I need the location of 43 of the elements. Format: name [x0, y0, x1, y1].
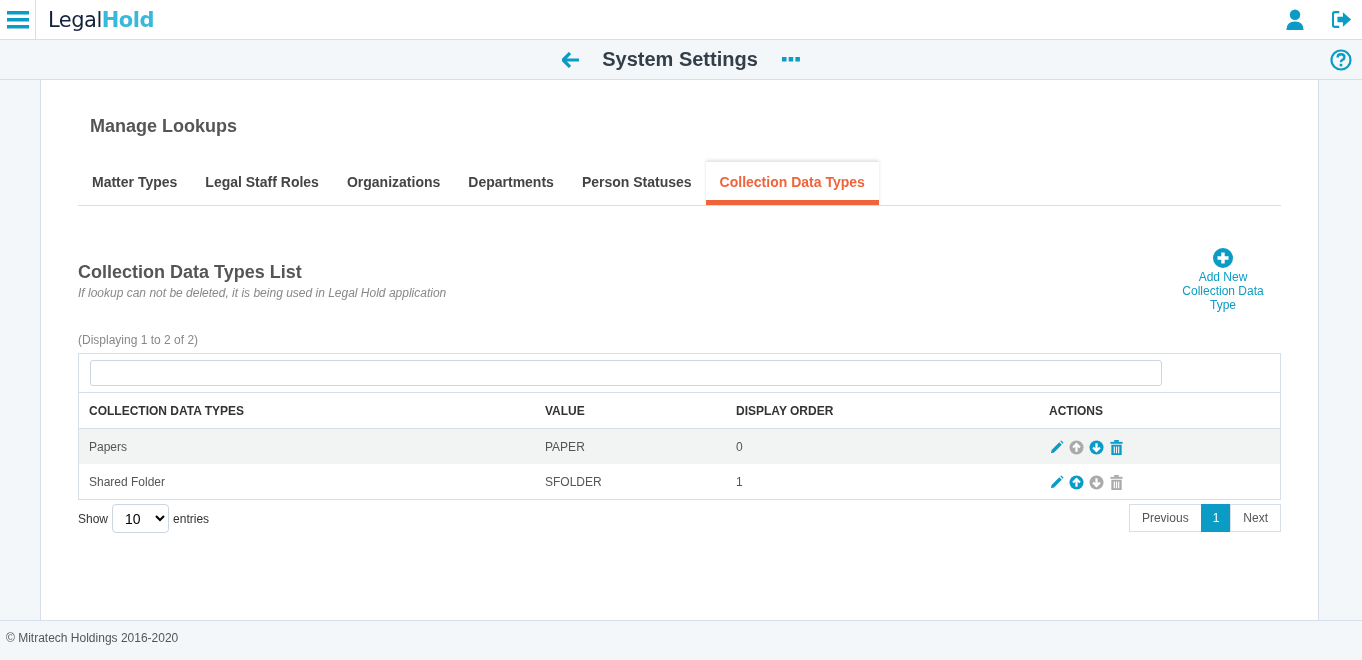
- user-icon[interactable]: [1285, 9, 1305, 30]
- table-cell-text: 0: [735, 439, 744, 454]
- add-icon[interactable]: [1213, 248, 1233, 268]
- column-header: DISPLAY ORDER: [735, 403, 835, 418]
- tab[interactable]: Person Statuses: [567, 162, 706, 205]
- logout-icon[interactable]: [1332, 9, 1352, 30]
- help-icon[interactable]: [1330, 49, 1352, 71]
- list-note: If lookup can not be deleted, it is being used in Legal Hold application: [78, 286, 447, 300]
- show-label: Show: [78, 511, 109, 526]
- entries-label: entries: [173, 511, 210, 526]
- column-header: VALUE: [544, 403, 586, 418]
- back-arrow-icon[interactable]: [562, 51, 581, 68]
- table-cell-text: Papers: [88, 439, 129, 454]
- edit-pencil-icon[interactable]: [1049, 440, 1064, 455]
- column-header: COLLECTION DATA TYPES: [88, 403, 246, 418]
- page-title: System Settings: [602, 48, 758, 71]
- table-cell-text: SFOLDER: [544, 474, 603, 489]
- page-button[interactable]: Next: [1230, 504, 1281, 532]
- table-cell-text: 1: [735, 474, 744, 489]
- tab[interactable]: Legal Staff Roles: [191, 162, 333, 205]
- page-button[interactable]: Previous: [1128, 504, 1202, 532]
- move-up-icon[interactable]: [1069, 440, 1084, 455]
- menu-icon[interactable]: [6, 10, 29, 29]
- table-cell-text: Shared Folder: [88, 474, 167, 489]
- more-icon[interactable]: [781, 57, 800, 62]
- edit-pencil-icon[interactable]: [1049, 475, 1064, 490]
- trash-icon[interactable]: [1109, 440, 1124, 455]
- move-down-icon[interactable]: [1089, 475, 1104, 490]
- move-up-icon[interactable]: [1069, 475, 1084, 490]
- search-field[interactable]: [90, 360, 1162, 386]
- displaying-info: (Displaying 1 to 2 of 2): [78, 333, 200, 347]
- tab[interactable]: Organizations: [332, 162, 455, 205]
- list-title: Collection Data Types List: [78, 262, 303, 283]
- tab[interactable]: Matter Types: [78, 162, 192, 205]
- section-title: Manage Lookups: [90, 116, 238, 137]
- move-down-icon[interactable]: [1089, 440, 1104, 455]
- logo: LegalHold: [48, 7, 155, 32]
- tab[interactable]: Departments: [454, 162, 568, 205]
- table-cell-text: PAPER: [544, 439, 586, 454]
- copyright-text: © Mitratech Holdings 2016-2020: [6, 631, 179, 645]
- trash-icon[interactable]: [1109, 475, 1124, 490]
- column-header: ACTIONS: [1048, 403, 1104, 418]
- page-size-select[interactable]: 10: [112, 504, 170, 533]
